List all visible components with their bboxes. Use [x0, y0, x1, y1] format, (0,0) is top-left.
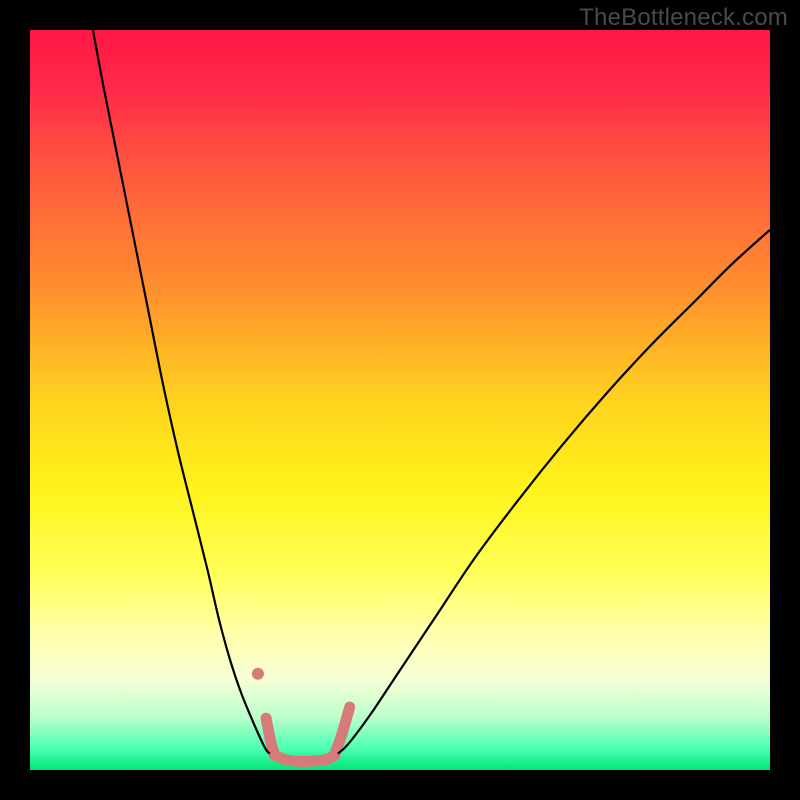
- chart-svg: [30, 30, 770, 770]
- gradient-background: [30, 30, 770, 770]
- marker-dot_left: [252, 668, 264, 680]
- watermark-text: TheBottleneck.com: [579, 4, 788, 32]
- plot-area: [30, 30, 770, 770]
- chart-frame: TheBottleneck.com: [0, 0, 800, 800]
- series-valley_floor: [274, 755, 335, 761]
